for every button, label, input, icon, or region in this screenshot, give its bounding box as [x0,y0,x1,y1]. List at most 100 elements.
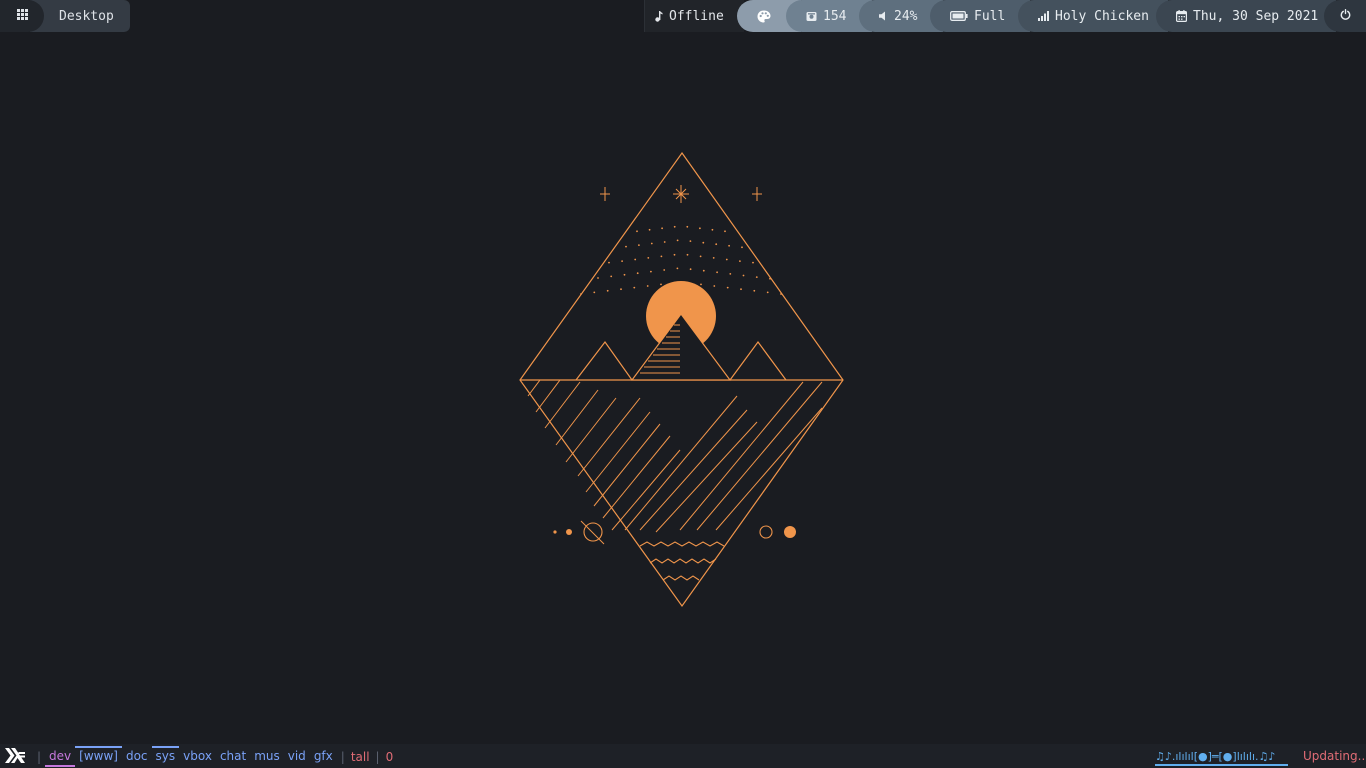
star-dot [741,246,743,249]
star-dot [740,288,742,291]
star-dot [689,240,692,243]
window-count: 0 [385,749,394,764]
star-dot [673,281,676,284]
mpd-status-text: Offline [669,8,724,24]
star-dot [716,271,718,274]
workspace-doc[interactable]: doc [122,747,152,766]
workspace-www[interactable]: [www] [75,746,122,766]
star-dot [650,242,653,245]
star-dot [753,289,756,292]
star-dot [699,227,701,230]
star-dot [702,241,705,244]
network-value: Holy Chicken [1055,8,1149,24]
workspace-dev[interactable]: dev [45,747,76,767]
volume-icon [879,11,888,21]
star-dot [676,267,679,270]
star-dot [673,225,676,228]
top-bar: Desktop Offline 154 24% Full Holy Chicke… [0,0,1366,32]
star-dot [726,286,729,289]
date-widget[interactable]: Thu, 30 Sep 2021 [1156,0,1336,32]
star-dot [739,260,741,262]
star-dot [580,293,582,295]
music-visualizer[interactable]: ♫♪.ılılıl[●]═[●]lılılı.♫♪ [1155,747,1288,766]
star-dot [625,245,627,248]
star-dot [715,243,718,246]
star-dot [636,230,638,233]
star-dot [728,244,730,247]
desktop-label[interactable]: Desktop [30,0,130,32]
star-dot [755,276,758,278]
star-dot [769,277,771,280]
star-dot [686,225,689,228]
network-widget[interactable]: Holy Chicken [1018,0,1168,32]
star-dot [634,258,637,261]
star-dot [676,239,679,242]
star-dot [686,253,689,256]
calendar-icon [1176,10,1187,22]
star-dot [608,261,610,264]
star-dot [650,270,652,273]
disk-icon [806,11,817,22]
separator: | [37,749,42,764]
star-dot [689,268,692,271]
workspace-vid[interactable]: vid [284,747,310,766]
star-dot [610,275,613,278]
pyramid [630,312,732,381]
star-dot [636,272,639,275]
workspace-mus[interactable]: mus [250,747,284,766]
power-button[interactable] [1324,0,1366,32]
workspace-sys[interactable]: sys [151,746,180,766]
bottom-bar: | dev [www] doc sys vbox chat mus vid gf… [0,744,1366,768]
star-dot [699,255,702,258]
star-dot [711,228,714,231]
mpd-status[interactable]: Offline [644,0,744,32]
star-dot [712,257,715,259]
star-dot [780,293,782,295]
updates-value: 154 [823,8,847,24]
star-dot [623,273,626,276]
signal-icon [1038,11,1049,21]
star-dot [593,291,596,294]
separator: | [340,749,345,764]
star-dot [713,285,716,287]
star-dot [663,241,666,243]
separator: | [375,749,380,764]
star-dot [752,261,754,264]
workspace-gfx[interactable]: gfx [310,747,337,766]
star-dot [606,289,609,292]
apps-button[interactable] [0,0,44,32]
star-dot [661,227,663,230]
workspace-list: | dev [www] doc sys vbox chat mus vid gf… [33,746,395,767]
stars [600,185,762,203]
xmonad-logo-icon[interactable] [5,748,25,766]
star-dot [620,288,622,291]
reflection-lines [527,379,823,533]
apps-grid-icon [16,8,28,24]
workspace-vbox[interactable]: vbox [179,747,216,766]
layout-indicator[interactable]: tall [349,750,372,764]
palette-icon [757,10,771,23]
mountain-right [729,340,787,381]
star-dot [766,291,769,294]
planets [553,520,796,545]
star-dot [648,228,651,231]
star-dot [724,230,726,233]
star-dot [633,286,636,289]
star-dot [597,277,599,279]
volume-value: 24% [894,8,918,24]
battery-value: Full [974,8,1006,24]
update-status: Updating... [1303,749,1366,763]
star-dot [660,255,663,258]
star-dot [621,260,623,262]
battery-widget[interactable]: Full [930,0,1030,32]
star-dot [647,257,650,259]
workspace-chat[interactable]: chat [216,747,250,766]
star-dot [742,274,745,277]
battery-icon [950,11,968,21]
mountain-left [575,340,633,381]
desktop-text: Desktop [59,8,114,24]
star-dot [729,273,732,275]
star-dot [638,244,640,247]
waves [639,541,725,581]
star-dot [673,253,676,256]
